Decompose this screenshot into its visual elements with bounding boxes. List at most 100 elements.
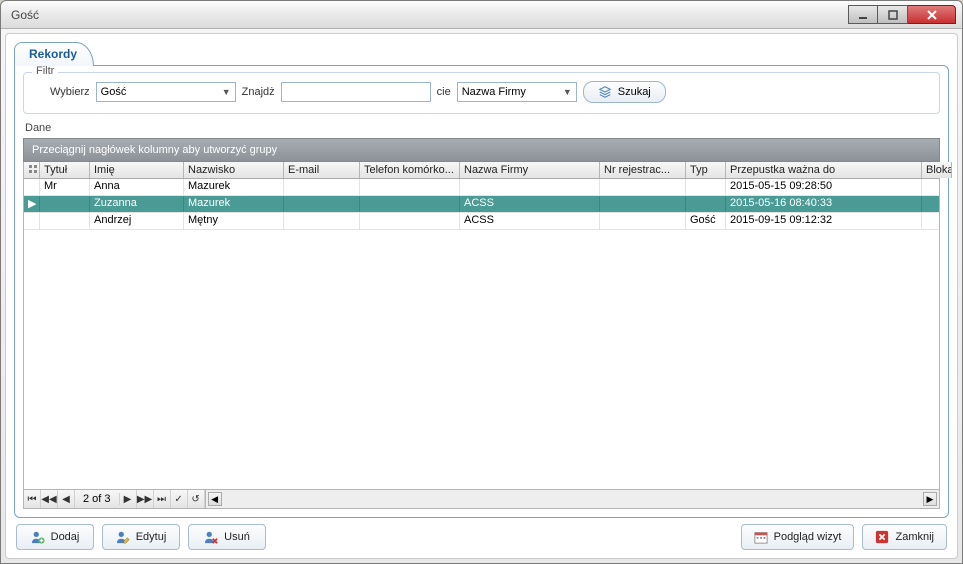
cell: ACSS [460, 196, 600, 212]
add-user-icon [31, 530, 45, 544]
field-value: Nazwa Firmy [462, 86, 526, 98]
close-dialog-button[interactable]: Zamknij [862, 524, 947, 550]
search-button[interactable]: Szukaj [583, 81, 666, 103]
chevron-down-icon: ▼ [563, 87, 572, 97]
search-button-label: Szukaj [618, 86, 651, 98]
grid-body[interactable]: MrAnnaMazurek2015-05-15 09:28:500▶ Zuzann… [24, 179, 939, 489]
preview-visits-button[interactable]: Podgląd wizyt [741, 524, 855, 550]
chevron-down-icon: ▼ [222, 87, 231, 97]
cell [284, 179, 360, 195]
column-typ[interactable]: Typ [686, 162, 726, 178]
wybierz-label: Wybierz [50, 86, 90, 98]
preview-visits-label: Podgląd wizyt [774, 531, 842, 543]
column-indicator[interactable] [24, 162, 40, 178]
cell [40, 196, 90, 212]
table-row[interactable]: MrAnnaMazurek2015-05-15 09:28:500 [24, 179, 939, 196]
add-button[interactable]: Dodaj [16, 524, 94, 550]
delete-button[interactable]: Usuń [188, 524, 266, 550]
filter-fieldset: Filtr Wybierz Gość ▼ Znajdż cie Nazwa Fi… [23, 72, 940, 114]
close-square-icon [875, 530, 889, 544]
filter-legend: Filtr [32, 65, 58, 77]
column-firma[interactable]: Nazwa Firmy [460, 162, 600, 178]
nav-next[interactable]: ▶ [120, 490, 137, 508]
cell [686, 179, 726, 195]
nav-cancel[interactable]: ↺ [188, 490, 205, 508]
maximize-icon [888, 10, 898, 20]
column-nrrej[interactable]: Nr rejestrac... [600, 162, 686, 178]
content-area: Rekordy Filtr Wybierz Gość ▼ Znajdż cie … [5, 33, 958, 559]
edit-button[interactable]: Edytuj [102, 524, 180, 550]
cell [284, 196, 360, 212]
nav-prev-page[interactable]: ◀◀ [41, 490, 58, 508]
scroll-right-icon[interactable]: ▶ [923, 492, 937, 506]
add-button-label: Dodaj [51, 531, 80, 543]
close-dialog-label: Zamknij [895, 531, 934, 543]
nav-accept[interactable]: ✓ [171, 490, 188, 508]
cell: Mazurek [184, 196, 284, 212]
group-drop-area[interactable]: Przeciągnij nagłówek kolumny aby utworzy… [23, 138, 940, 162]
cie-label: cie [437, 86, 451, 98]
cell [460, 179, 600, 195]
field-select[interactable]: Nazwa Firmy ▼ [457, 82, 577, 102]
cell [40, 213, 90, 229]
nav-first[interactable]: ⏮ [24, 490, 41, 508]
minimize-button[interactable] [848, 5, 878, 24]
minimize-icon [858, 10, 868, 20]
cell: 0 [922, 179, 939, 195]
cell: 2015-09-15 09:12:32 [726, 213, 922, 229]
scroll-left-icon[interactable]: ◀ [208, 492, 222, 506]
cell [360, 213, 460, 229]
znajdz-label: Znajdż [242, 86, 275, 98]
column-telefon[interactable]: Telefon komórko... [360, 162, 460, 178]
cell: 2015-05-15 09:28:50 [726, 179, 922, 195]
cell: 2015-05-16 08:40:33 [726, 196, 922, 212]
edit-user-icon [116, 530, 130, 544]
edit-button-label: Edytuj [136, 531, 167, 543]
znajdz-input[interactable] [281, 82, 431, 102]
table-row[interactable]: AndrzejMętnyACSSGość2015-09-15 09:12:320 [24, 213, 939, 230]
filter-row: Wybierz Gość ▼ Znajdż cie Nazwa Firmy ▼ … [34, 81, 929, 103]
dane-label: Dane [25, 122, 940, 134]
calendar-icon [754, 530, 768, 544]
tabstrip: Rekordy [14, 40, 949, 66]
cell: 0 [922, 196, 939, 212]
cell: Andrzej [90, 213, 184, 229]
cell: ▶ [24, 196, 40, 212]
nav-last[interactable]: ⏭ [154, 490, 171, 508]
cell [686, 196, 726, 212]
maximize-button[interactable] [878, 5, 908, 24]
cell: Mętny [184, 213, 284, 229]
cell: ACSS [460, 213, 600, 229]
navigator-bar: ⏮ ◀◀ ◀ 2 of 3 ▶ ▶▶ ⏭ ✓ ↺ ◀ ▶ [23, 489, 940, 509]
cell: Zuzanna [90, 196, 184, 212]
window-buttons [848, 5, 956, 24]
cell [600, 196, 686, 212]
horizontal-scrollbar[interactable]: ◀ ▶ [205, 490, 939, 508]
delete-user-icon [204, 530, 218, 544]
footer-buttons: Dodaj Edytuj Usuń Podgląd wizyt Zamknij [14, 518, 949, 550]
column-email[interactable]: E-mail [284, 162, 360, 178]
column-blokada[interactable]: Blokada [922, 162, 952, 178]
cell: Anna [90, 179, 184, 195]
cell [600, 213, 686, 229]
wybierz-select[interactable]: Gość ▼ [96, 82, 236, 102]
grid-options-icon [28, 164, 38, 174]
app-window: Gość Rekordy Filtr Wybierz Gość [0, 0, 963, 564]
column-tytul[interactable]: Tytuł [40, 162, 90, 178]
nav-next-page[interactable]: ▶▶ [137, 490, 154, 508]
delete-button-label: Usuń [224, 531, 250, 543]
cell [24, 213, 40, 229]
tab-records[interactable]: Rekordy [14, 42, 94, 66]
window-title: Gość [11, 8, 848, 22]
column-nazwisko[interactable]: Nazwisko [184, 162, 284, 178]
titlebar[interactable]: Gość [1, 1, 962, 29]
cell: 0 [922, 213, 939, 229]
column-przepustka[interactable]: Przepustka ważna do [726, 162, 922, 178]
column-imie[interactable]: Imię [90, 162, 184, 178]
nav-position: 2 of 3 [75, 493, 120, 505]
cell [284, 213, 360, 229]
table-row[interactable]: ▶ ZuzannaMazurek ACSS 2015-05-16 08:40:330 [24, 196, 939, 213]
nav-prev[interactable]: ◀ [58, 490, 75, 508]
close-button[interactable] [908, 5, 956, 24]
cell [360, 179, 460, 195]
